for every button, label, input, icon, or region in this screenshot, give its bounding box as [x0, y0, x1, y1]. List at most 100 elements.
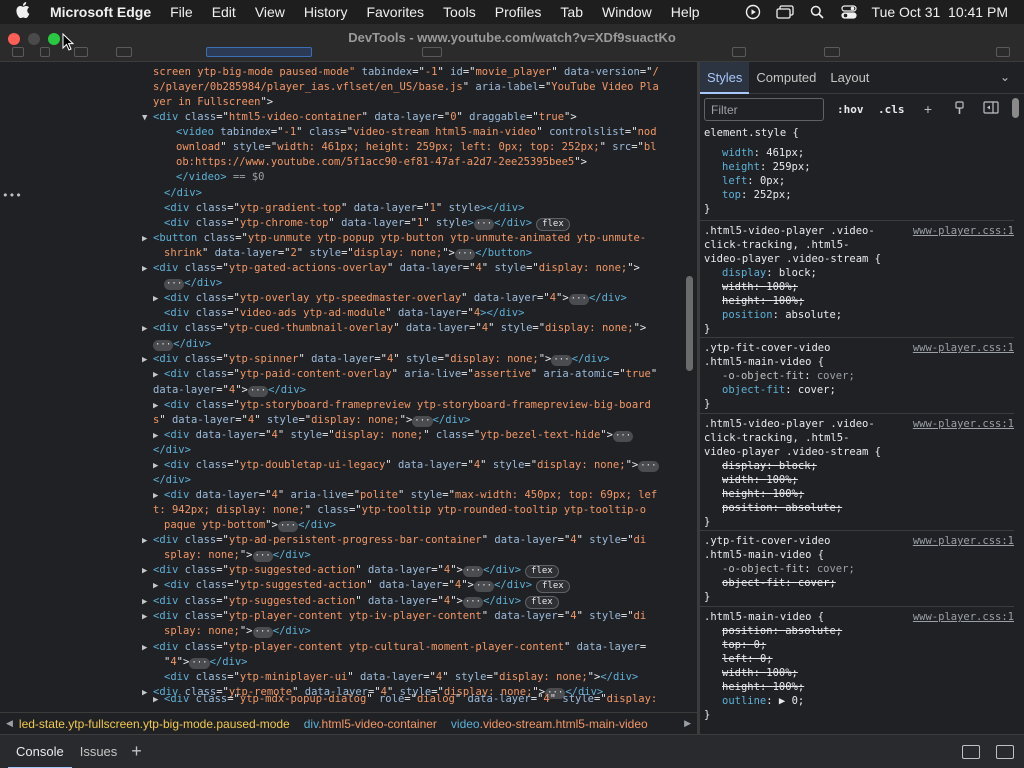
- css-declaration[interactable]: object-fit: cover;: [700, 576, 1014, 590]
- dom-node-line[interactable]: ▶ <div class="ytp-ad-persistent-progress-…: [142, 533, 682, 549]
- rule-source-link[interactable]: www-player.css:1: [913, 224, 1014, 238]
- dom-node-line[interactable]: ▶ <div class="ytp-cued-thumbnail-overlay"…: [142, 321, 682, 337]
- menu-profiles[interactable]: Profiles: [495, 4, 542, 20]
- expand-triangle-icon[interactable]: ▶: [153, 368, 164, 383]
- css-property-value[interactable]: 252px;: [754, 189, 792, 201]
- css-property-value[interactable]: cover;: [798, 577, 836, 589]
- dom-node-line[interactable]: screen ytp-big-mode paused-mode" tabinde…: [153, 65, 682, 80]
- menu-tools[interactable]: Tools: [443, 4, 476, 20]
- dom-node-line[interactable]: ▶ <div class="ytp-player-content ytp-iv-p…: [142, 609, 682, 625]
- css-property-name[interactable]: left: [722, 653, 747, 665]
- expand-triangle-icon[interactable]: ▶: [142, 610, 153, 625]
- style-rule[interactable]: .ytp-fit-cover-video .html5-main-video {…: [700, 534, 1014, 607]
- css-property-name[interactable]: left: [722, 175, 747, 187]
- control-center-icon[interactable]: [840, 4, 858, 20]
- dom-node-line[interactable]: ··· </div>: [164, 276, 682, 291]
- style-rule[interactable]: .html5-video-player .video- click-tracki…: [700, 224, 1014, 338]
- css-property-value[interactable]: absolute;: [785, 502, 842, 514]
- dom-node-line[interactable]: <div class="video-ads ytp-ad-module" dat…: [164, 306, 682, 321]
- css-property-value[interactable]: block;: [779, 460, 817, 472]
- css-property-name[interactable]: width: [722, 147, 754, 159]
- breadcrumb-item[interactable]: led-state.ytp-fullscreen.ytp-big-mode.pa…: [19, 717, 290, 731]
- expand-triangle-icon[interactable]: ▶: [153, 292, 164, 307]
- collapsed-children-ellipsis[interactable]: ···: [189, 658, 210, 669]
- expand-triangle-icon[interactable]: ▶: [142, 232, 153, 247]
- flex-badge[interactable]: flex: [525, 565, 559, 578]
- css-property-name[interactable]: height: [722, 681, 760, 693]
- css-property-name[interactable]: object-fit: [722, 577, 785, 589]
- paint-brush-icon[interactable]: [951, 101, 967, 117]
- style-rule[interactable]: .html5-main-video {www-player.css:1 posit…: [700, 610, 1014, 734]
- expand-triangle-icon[interactable]: ▶: [153, 399, 164, 414]
- expand-triangle-icon[interactable]: ▶: [142, 262, 153, 277]
- more-options-icon[interactable]: [996, 47, 1010, 57]
- collapsed-children-ellipsis[interactable]: ···: [153, 340, 174, 351]
- settings-icon[interactable]: [732, 47, 746, 57]
- css-property-name[interactable]: display: [722, 460, 766, 472]
- menu-bar-clock[interactable]: Tue Oct 31 10:41 PM: [872, 4, 1008, 20]
- expand-triangle-icon[interactable]: ▶: [142, 564, 153, 579]
- tab-console[interactable]: Console: [8, 735, 72, 768]
- css-property-value[interactable]: 100%;: [766, 474, 798, 486]
- dom-node-line[interactable]: ▶ <div data-layer="4" style="display: non…: [153, 428, 682, 444]
- css-declaration[interactable]: left: 0px;: [700, 174, 1014, 188]
- expand-triangle-icon[interactable]: ▶: [142, 353, 153, 368]
- css-declaration[interactable]: height: 100%;: [700, 294, 1014, 308]
- style-rule[interactable]: element.style {width: 461px; height: 259p…: [700, 126, 1014, 221]
- menu-edit[interactable]: Edit: [212, 4, 236, 20]
- collapsed-children-ellipsis[interactable]: ···: [277, 521, 299, 532]
- new-style-rule-icon[interactable]: +: [920, 101, 936, 117]
- cls-toggle-button[interactable]: .cls: [878, 103, 905, 116]
- css-property-name[interactable]: width: [722, 667, 754, 679]
- css-property-value[interactable]: cover;: [798, 384, 836, 396]
- css-property-name[interactable]: -o-object-fit: [722, 563, 804, 575]
- collapsed-children-ellipsis[interactable]: ···: [612, 431, 634, 442]
- collapse-triangle-icon[interactable]: ▼: [142, 111, 153, 126]
- tab-computed[interactable]: Computed: [749, 62, 823, 94]
- collapsed-children-ellipsis[interactable]: ···: [252, 627, 273, 638]
- breadcrumb-left-arrow-icon[interactable]: ◀: [6, 718, 13, 729]
- toolbar-icon[interactable]: [74, 47, 88, 57]
- dom-node-line[interactable]: <div class="ytp-gradient-top" data-layer…: [164, 201, 682, 216]
- css-declaration[interactable]: position: absolute;: [700, 308, 1014, 322]
- css-declaration[interactable]: height: 259px;: [700, 160, 1014, 174]
- dom-node-line[interactable]: s" data-layer="4" style="display: none;"…: [153, 413, 682, 428]
- expand-triangle-icon[interactable]: ▶: [153, 429, 164, 444]
- css-property-name[interactable]: width: [722, 474, 754, 486]
- collapsed-children-ellipsis[interactable]: ···: [164, 279, 185, 290]
- css-property-name[interactable]: height: [722, 161, 760, 173]
- collapsed-children-ellipsis[interactable]: ···: [247, 386, 269, 397]
- more-tabs-chevron-icon[interactable]: ⌄: [1000, 70, 1010, 84]
- search-icon[interactable]: [808, 4, 826, 20]
- css-property-name[interactable]: outline: [722, 695, 766, 707]
- menu-file[interactable]: File: [170, 4, 193, 20]
- dom-node-line[interactable]: </div>: [164, 186, 682, 201]
- toolbar-icon[interactable]: [116, 47, 132, 57]
- close-drawer-icon[interactable]: [996, 745, 1014, 759]
- screen-mirroring-icon[interactable]: [775, 4, 794, 20]
- css-property-value[interactable]: 259px;: [773, 161, 811, 173]
- css-property-name[interactable]: top: [722, 189, 741, 201]
- rule-source-link[interactable]: www-player.css:1: [913, 610, 1014, 624]
- css-property-name[interactable]: height: [722, 488, 760, 500]
- css-property-value[interactable]: 100%;: [766, 667, 798, 679]
- dom-node-line[interactable]: ▶ <div class="ytp-suggested-action" data-…: [153, 578, 682, 594]
- collapsed-children-ellipsis[interactable]: ···: [568, 294, 589, 305]
- dom-node-line[interactable]: splay: none;"> ··· </div>: [164, 548, 682, 563]
- dom-node-line[interactable]: <div class="ytp-miniplayer-ui" data-laye…: [164, 670, 682, 685]
- add-drawer-tab-icon[interactable]: +: [131, 741, 142, 762]
- menu-history[interactable]: History: [304, 4, 348, 20]
- style-rule[interactable]: .ytp-fit-cover-video .html5-main-video {…: [700, 341, 1014, 414]
- inspect-icon[interactable]: [12, 47, 24, 57]
- css-declaration[interactable]: width: 100%;: [700, 666, 1014, 680]
- menu-help[interactable]: Help: [671, 4, 700, 20]
- node-actions-ellipsis-icon[interactable]: •••: [2, 188, 22, 203]
- css-declaration[interactable]: width: 100%;: [700, 280, 1014, 294]
- css-declaration[interactable]: height: 100%;: [700, 680, 1014, 694]
- css-declaration[interactable]: height: 100%;: [700, 487, 1014, 501]
- rule-source-link[interactable]: www-player.css:1: [913, 417, 1014, 431]
- css-declaration[interactable]: top: 0;: [700, 638, 1014, 652]
- breadcrumb-right-arrow-icon[interactable]: ▶: [684, 718, 691, 729]
- css-property-value[interactable]: block;: [779, 267, 817, 279]
- css-property-value[interactable]: cover;: [817, 370, 855, 382]
